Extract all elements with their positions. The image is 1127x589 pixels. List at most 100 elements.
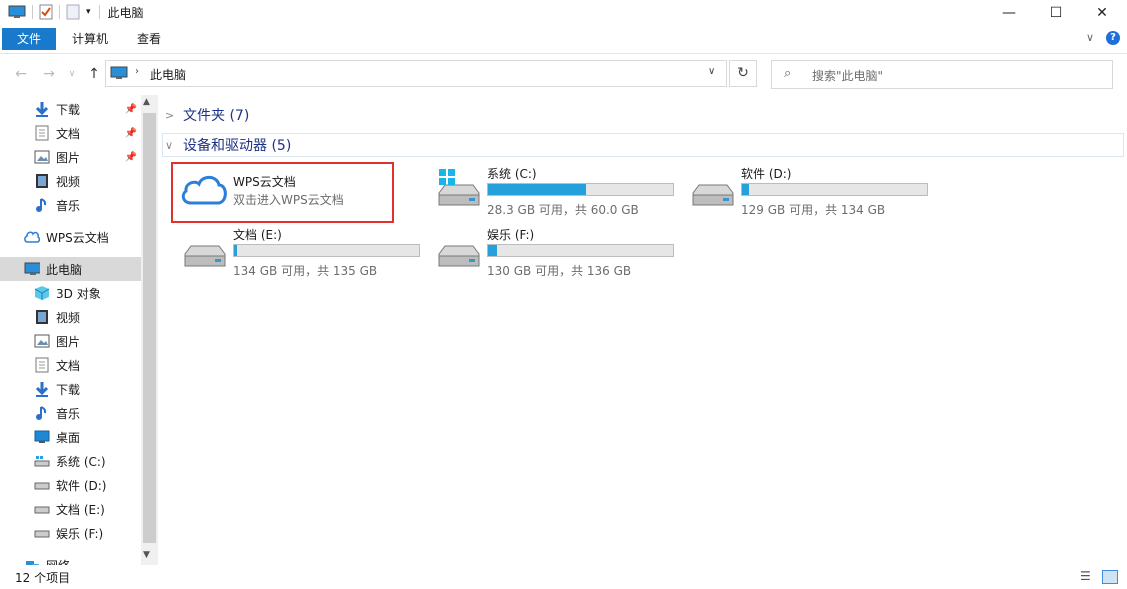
back-arrow-icon[interactable]: ← <box>11 64 31 84</box>
sidebar-item-pc-3[interactable]: 文档 <box>0 353 141 377</box>
drive-name: 文档 (E:) <box>233 228 282 242</box>
hard-drive-icon <box>691 183 735 207</box>
sidebar-item-quick-2[interactable]: 图片 📌 <box>0 145 141 169</box>
title-bar: ▾ 此电脑 — ☐ ✕ <box>0 0 1127 25</box>
download-icon <box>34 101 50 117</box>
devices-group-label: 设备和驱动器 (5) <box>183 138 292 154</box>
wps-cloud-tile[interactable]: WPS云文档 双击进入WPS云文档 <box>171 162 394 223</box>
sidebar-item-pc-0-label: 3D 对象 <box>56 286 101 301</box>
sidebar-item-pc-7[interactable]: 系统 (C:) <box>0 449 141 473</box>
sidebar-item-pc-9-label: 文档 (E:) <box>56 502 105 517</box>
sidebar-item-wps-label: WPS云文档 <box>46 230 109 245</box>
sidebar-item-pc-2[interactable]: 图片 <box>0 329 141 353</box>
sidebar-item-quick-1-label: 文档 <box>56 126 81 141</box>
sidebar-item-quick-1[interactable]: 文档 📌 <box>0 121 141 145</box>
sidebar-item-wps[interactable]: WPS云文档 <box>0 225 141 249</box>
breadcrumb-this-pc[interactable]: 此电脑 <box>150 66 186 83</box>
drive-tile[interactable]: 文档 (E:) 134 GB 可用，共 135 GB <box>183 226 433 282</box>
sidebar-item-pc-5[interactable]: 音乐 <box>0 401 141 425</box>
windows-logo-icon <box>439 169 455 188</box>
ribbon-tabs: 文件 计算机 查看 ∨ ? <box>0 25 1127 54</box>
customize-toolbar-chevron-icon[interactable]: ▾ <box>86 7 91 17</box>
address-bar[interactable]: › 此电脑 ∨ <box>105 60 727 87</box>
close-button[interactable]: ✕ <box>1079 0 1125 25</box>
expand-ribbon-chevron-icon[interactable]: ∨ <box>1086 31 1094 44</box>
sidebar-item-pc-8[interactable]: 软件 (D:) <box>0 473 141 497</box>
pictures-icon <box>34 333 50 349</box>
pin-icon[interactable]: 📌 <box>125 128 137 139</box>
window-title: 此电脑 <box>107 5 144 20</box>
scroll-down-arrow-icon[interactable]: ▼ <box>143 550 150 560</box>
music-icon <box>34 197 50 213</box>
sidebar-item-quick-4[interactable]: 音乐 <box>0 193 141 217</box>
nav-scrollbar-thumb[interactable] <box>143 113 156 543</box>
sidebar-item-pc-1-label: 视频 <box>56 310 81 325</box>
pictures-icon <box>34 149 50 165</box>
pin-icon[interactable]: 📌 <box>125 104 137 115</box>
document-icon <box>34 125 50 141</box>
sidebar-item-pc-5-label: 音乐 <box>56 406 81 421</box>
sidebar-item-this-pc[interactable]: 此电脑 <box>0 257 141 281</box>
maximize-button[interactable]: ☐ <box>1033 0 1079 25</box>
forward-arrow-icon[interactable]: → <box>39 64 59 84</box>
pin-icon[interactable]: 📌 <box>125 152 137 163</box>
minimize-button[interactable]: — <box>986 0 1032 25</box>
scroll-up-arrow-icon[interactable]: ▲ <box>143 97 150 107</box>
navigation-pane: 下载 📌 文档 📌 图片 📌 视频 音乐 WPS云文档 此电脑 3D 对象 视频 图片 文档 下载 音乐 桌面系… <box>0 95 158 565</box>
computer-icon <box>110 66 128 83</box>
drive-free-space: 130 GB 可用，共 136 GB <box>487 264 632 278</box>
computer-icon <box>24 261 40 277</box>
devices-group-header-frame <box>162 133 1124 157</box>
sidebar-item-pc-10-label: 娱乐 (F:) <box>56 526 104 541</box>
sidebar-item-pc-6[interactable]: 桌面 <box>0 425 141 449</box>
breadcrumb-separator-icon[interactable]: › <box>135 66 139 77</box>
sidebar-item-quick-0[interactable]: 下载 📌 <box>0 97 141 121</box>
tab-file[interactable]: 文件 <box>2 28 57 50</box>
sidebar-item-pc-9[interactable]: 文档 (E:) <box>0 497 141 521</box>
refresh-icon: ↻ <box>737 65 749 81</box>
tab-computer[interactable]: 计算机 <box>62 28 118 50</box>
sidebar-item-pc-1[interactable]: 视频 <box>0 305 141 329</box>
drive-tile[interactable]: 系统 (C:) 28.3 GB 可用，共 60.0 GB <box>437 165 687 221</box>
devices-group-header[interactable]: ∨ 设备和驱动器 (5) <box>165 134 291 156</box>
address-row: ← → ∨ ↑ › 此电脑 ∨ ↻ ⌕ 搜索"此电脑" <box>0 54 1127 94</box>
sidebar-item-pc-10[interactable]: 娱乐 (F:) <box>0 521 141 545</box>
recent-locations-chevron-icon[interactable]: ∨ <box>62 64 82 84</box>
drive-tile[interactable]: 娱乐 (F:) 130 GB 可用，共 136 GB <box>437 226 687 282</box>
drive-usage-bar <box>741 183 928 196</box>
wps-tile-subtitle: 双击进入WPS云文档 <box>233 193 344 207</box>
drive-tile[interactable]: 软件 (D:) 129 GB 可用，共 134 GB <box>691 165 941 221</box>
help-icon[interactable]: ? <box>1106 31 1120 45</box>
sidebar-item-quick-3-label: 视频 <box>56 174 81 189</box>
folders-group-label: 文件夹 (7) <box>183 108 250 124</box>
address-dropdown-chevron-icon[interactable]: ∨ <box>708 66 715 77</box>
wps-tile-title: WPS云文档 <box>233 175 296 189</box>
hard-drive-icon <box>183 244 227 268</box>
status-bar: 12 个项目 ☰ <box>0 565 1127 589</box>
search-placeholder: 搜索"此电脑" <box>812 69 884 83</box>
sidebar-item-quick-3[interactable]: 视频 <box>0 169 141 193</box>
sidebar-item-pc-8-label: 软件 (D:) <box>56 478 107 493</box>
up-arrow-icon[interactable]: ↑ <box>84 64 104 84</box>
new-folder-icon[interactable] <box>66 4 80 20</box>
music-icon <box>34 405 50 421</box>
network-icon <box>24 557 40 565</box>
sidebar-item-pc-0[interactable]: 3D 对象 <box>0 281 141 305</box>
sidebar-item-network[interactable]: 网络 <box>0 553 141 565</box>
drive-usage-fill <box>742 184 750 195</box>
drive-name: 软件 (D:) <box>741 167 792 181</box>
drive-icon <box>34 501 50 517</box>
refresh-button[interactable]: ↻ <box>729 60 757 87</box>
folders-group-header[interactable]: > 文件夹 (7) <box>165 104 249 126</box>
drive-icon <box>34 477 50 493</box>
tab-view[interactable]: 查看 <box>127 28 171 50</box>
large-icons-view-icon[interactable] <box>1102 570 1118 584</box>
drive-usage-fill <box>488 184 587 195</box>
sidebar-item-pc-4[interactable]: 下载 <box>0 377 141 401</box>
details-view-icon[interactable]: ☰ <box>1080 569 1091 583</box>
chevron-right-icon: > <box>165 108 175 122</box>
search-input[interactable]: ⌕ 搜索"此电脑" <box>771 60 1113 89</box>
properties-icon[interactable] <box>39 4 53 20</box>
drive-usage-fill <box>234 245 237 256</box>
drive-usage-bar <box>233 244 420 257</box>
